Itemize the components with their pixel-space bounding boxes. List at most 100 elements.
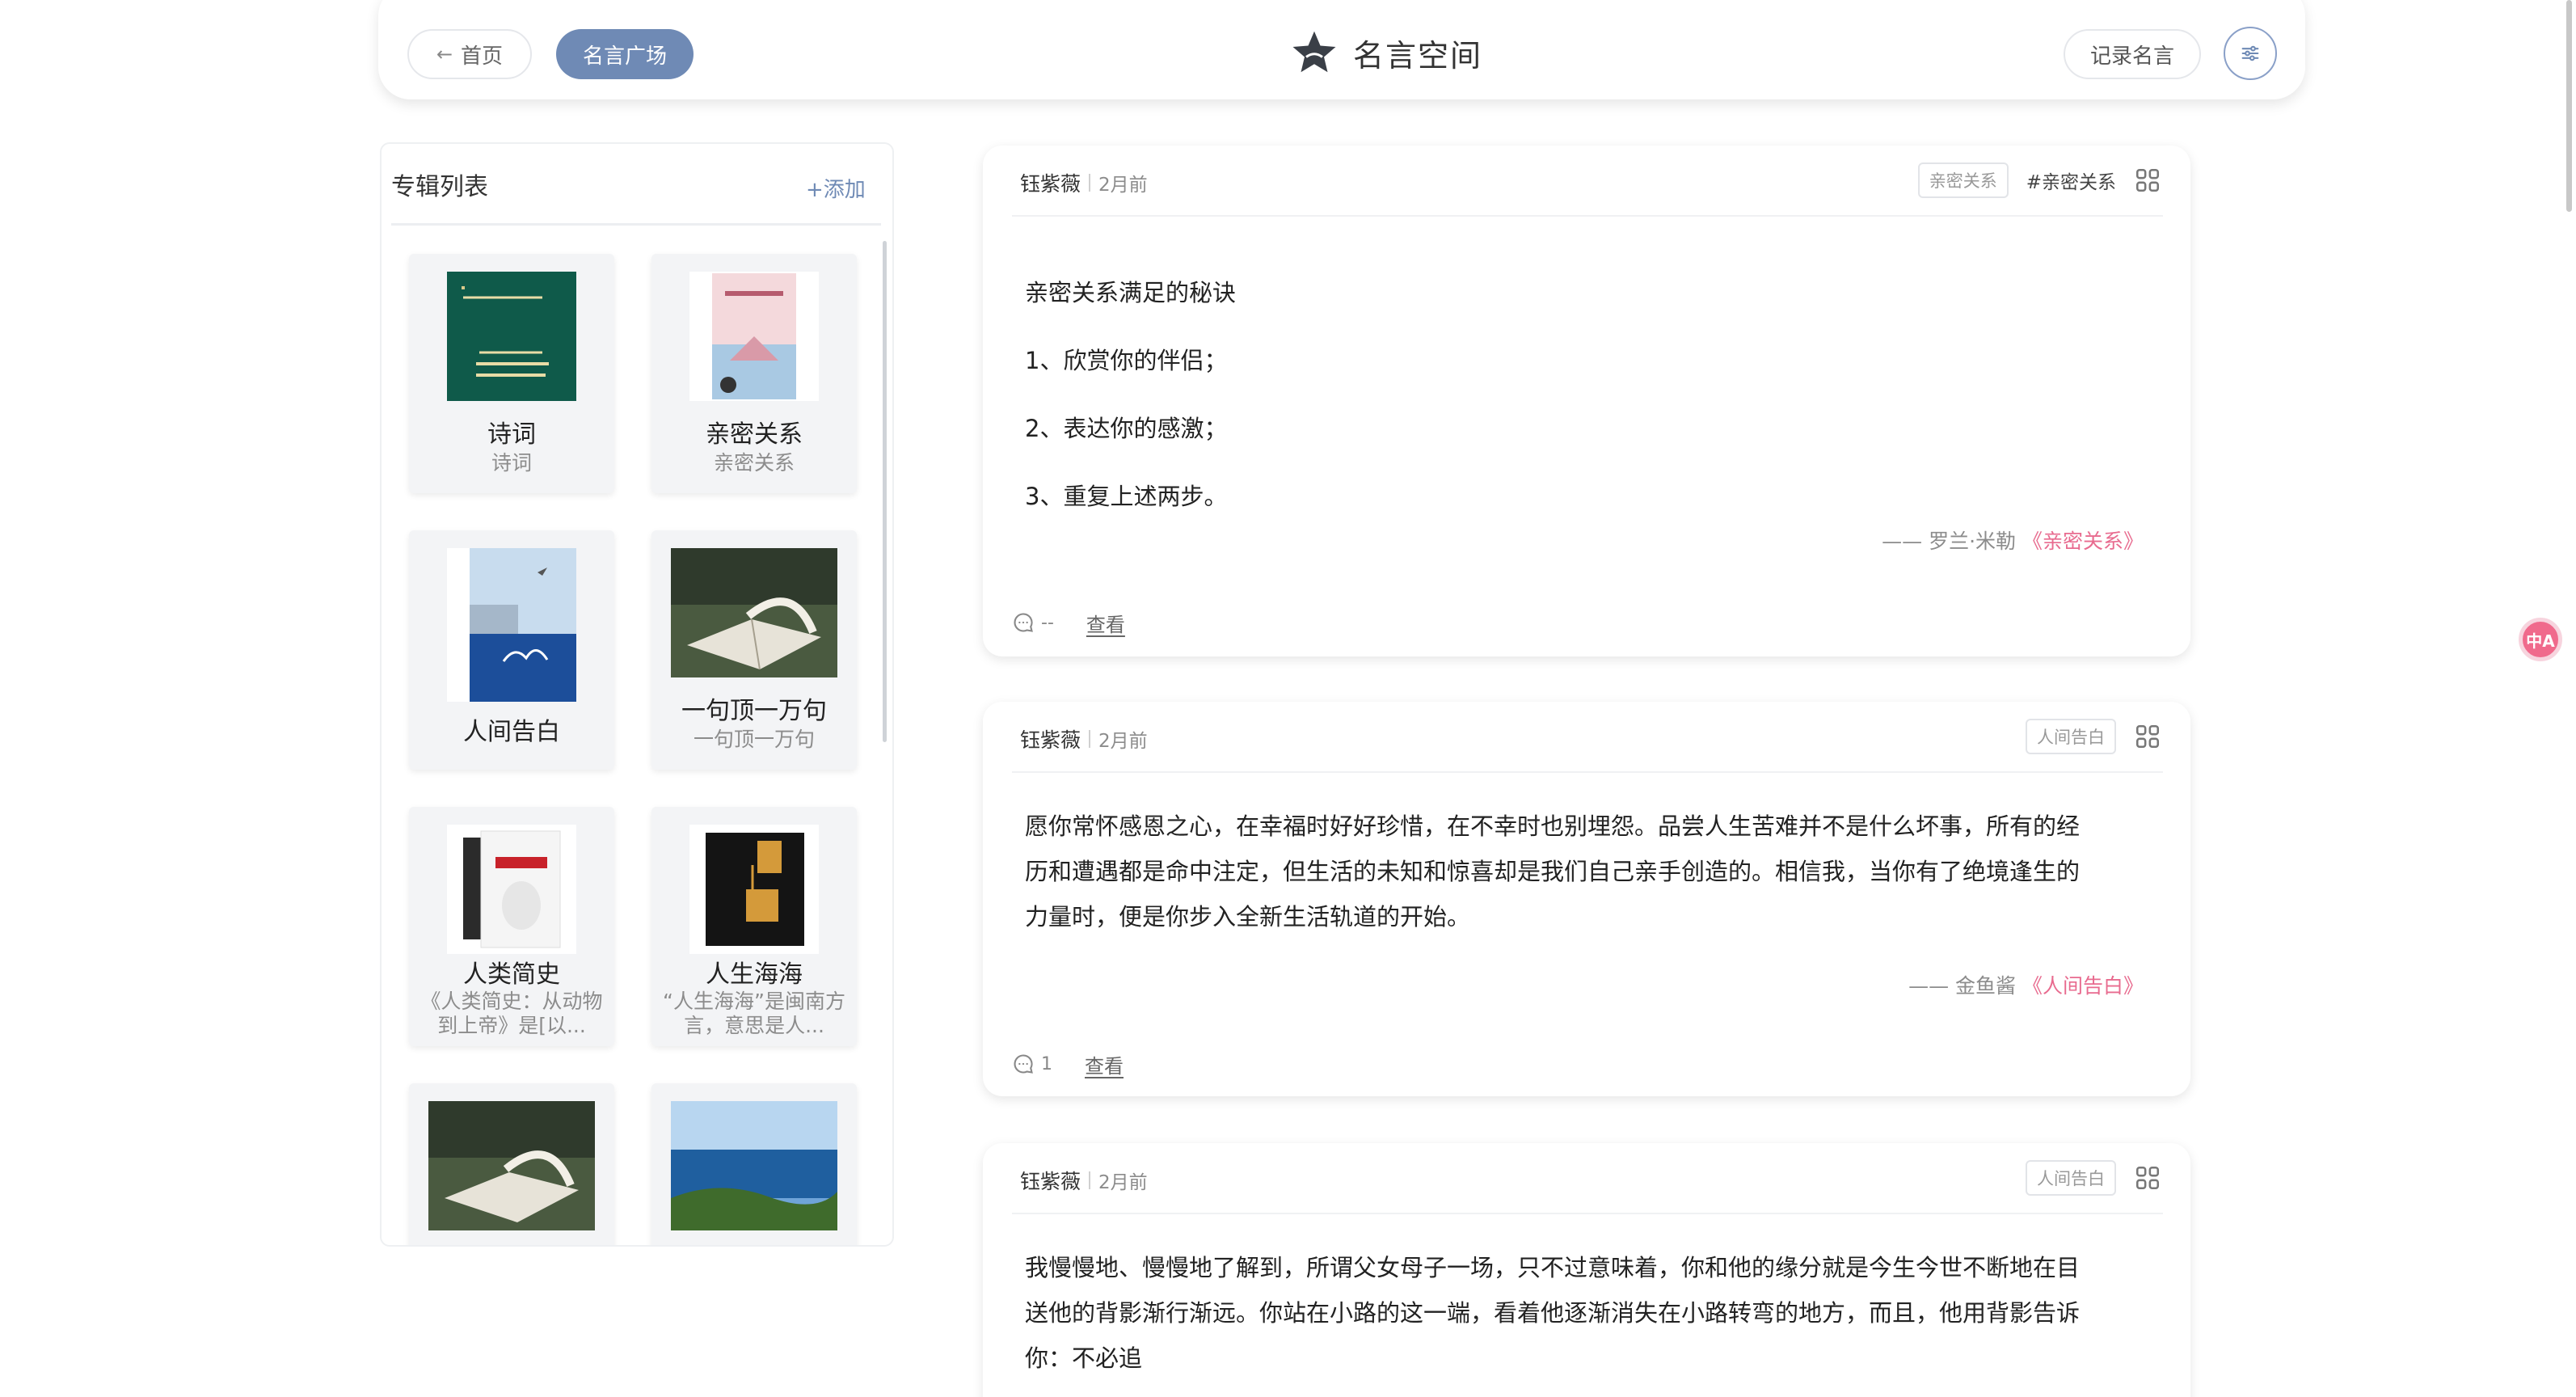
post-time: 2月前 [1098,1172,1148,1193]
quote-line: 愿你常怀感恩之心，在幸福时好好珍惜，在不幸时也别埋怨。品尝人生苦难并不是什么坏事… [1025,812,2081,840]
view-button[interactable]: 查看 [1086,609,1125,637]
album-card-renlei[interactable]: 人类简史 《人类简史：从动物到上帝》是[以... [409,807,614,1046]
post-author[interactable]: 钰紫薇 [1020,724,1081,753]
home-label: 首页 [461,44,504,69]
quote-line: 2、表达你的感激； [1025,415,1228,442]
filter-settings-button[interactable] [2224,27,2277,80]
post-header: 钰紫薇 2月前 [1020,167,1148,199]
app-brand: 名言空间 [1290,24,1482,81]
source-author: —— 罗兰·米勒 [1882,530,2017,553]
album-name: 一句顶一万句 [681,697,827,725]
record-quote-button[interactable]: 记录名言 [2064,29,2201,79]
view-button[interactable]: 查看 [1085,1050,1124,1078]
album-card-8[interactable] [651,1083,857,1245]
album-tag[interactable]: 人间告白 [2026,1160,2116,1196]
post-divider [1012,215,2163,217]
post-tags: 亲密关系 #亲密关系 [1917,162,2161,199]
quote-line: 历和遭遇都是命中注定，但生活的未知和惊喜却是我们自己亲手创造的。相信我，当你有了… [1025,858,2081,885]
quote-text: 我慢慢地、慢慢地了解到，所谓父女母子一场，只不过意味着，你和他的缘分就是今生今世… [1025,1245,2157,1381]
post-tags: 人间告白 [2026,718,2161,755]
quote-square-label: 名言广场 [582,44,667,69]
translate-icon: 中A [2526,631,2555,651]
grid-menu-icon[interactable] [2134,167,2161,194]
post-header: 钰紫薇 2月前 [1020,1164,1148,1197]
quote-line: 亲密关系满足的秘诀 [1025,279,1237,306]
post-divider [1012,1213,2163,1214]
sidebar-divider [391,223,881,226]
album-tag[interactable]: 人间告白 [2026,719,2116,754]
post-author[interactable]: 钰紫薇 [1020,1166,1081,1195]
grid-menu-icon[interactable] [2134,1164,2161,1192]
post-footer: -- 查看 [1012,608,1125,637]
source-author: —— 金鱼酱 [1908,974,2017,998]
album-cover [447,548,576,702]
comment-count: -- [1041,612,1054,633]
comment-icon[interactable] [1012,1053,1035,1075]
album-cover [671,1101,837,1230]
quote-square-tab[interactable]: 名言广场 [556,29,694,79]
quote-source: —— 金鱼酱 《人间告白》 [1908,970,2144,999]
quote-line: 3、重复上述两步。 [1025,483,1228,510]
sliders-icon [2241,45,2259,61]
album-card-renjian[interactable]: 人间告白 [409,530,614,770]
top-header: ← 首页 名言广场 名言空间 记录名言 [378,0,2305,99]
quote-post: 钰紫薇 2月前 人间告白 愿你常怀感恩之心，在幸福时好好珍惜，在不幸时也别埋怨。… [983,702,2190,1096]
separator [1089,1171,1091,1189]
album-name: 人间告白 [463,718,560,746]
post-footer: 1 查看 [1012,1049,1124,1078]
source-book-link[interactable]: 《人间告白》 [2022,974,2144,998]
quote-line: 送他的背影渐行渐远。你站在小路的这一端，看着他逐渐消失在小路转弯的地方，而且，他… [1025,1299,2081,1327]
quote-line: 我慢慢地、慢慢地了解到，所谓父女母子一场，只不过意味着，你和他的缘分就是今生今世… [1025,1254,2081,1281]
page-title: 名言空间 [1353,37,1483,74]
album-card-rensheng[interactable]: 人生海海 “人生海海”是闽南方言，意思是人... [651,807,857,1046]
sidebar-scrollbar[interactable] [883,241,887,742]
post-time: 2月前 [1098,175,1148,196]
album-card-7[interactable] [409,1083,614,1245]
album-card-qinmi[interactable]: 亲密关系 亲密关系 [651,254,857,493]
separator [1089,174,1091,192]
album-name: 亲密关系 [706,420,803,449]
quote-post: 钰紫薇 2月前 亲密关系 #亲密关系 亲密关系满足的秘诀 1、欣赏你的伴侣； 2… [983,146,2190,656]
arrow-left-icon: ← [436,43,453,65]
album-desc: 《人类简史：从动物到上帝》是[以... [420,990,603,1037]
topic-tag[interactable]: #亲密关系 [2026,167,2116,194]
album-sidebar: 专辑列表 +添加 诗词 诗词 亲密关系 亲密关系 人间告白 一句顶一万句 一句顶… [380,142,894,1247]
comment-icon[interactable] [1012,611,1035,634]
album-cover [428,1101,595,1230]
album-cover [447,272,576,401]
album-desc: 诗词 [491,451,532,475]
add-album-button[interactable]: +添加 [806,173,866,203]
home-button[interactable]: ← 首页 [407,29,532,79]
album-desc: “人生海海”是闽南方言，意思是人... [663,990,845,1037]
album-tag[interactable]: 亲密关系 [1917,162,2009,198]
source-book-link[interactable]: 《亲密关系》 [2022,530,2144,553]
separator [1089,730,1091,748]
quote-line: 力量时，便是你步入全新生活轨道的开始。 [1025,903,1471,931]
album-name: 人类简史 [463,960,560,989]
album-cover [689,825,819,954]
album-card-yiju[interactable]: 一句顶一万句 一句顶一万句 [651,530,857,770]
album-name: 人生海海 [706,960,803,989]
post-header: 钰紫薇 2月前 [1020,723,1148,755]
post-author[interactable]: 钰紫薇 [1020,168,1081,197]
album-cover [447,825,576,954]
grid-menu-icon[interactable] [2134,723,2161,750]
album-desc: 亲密关系 [713,451,795,475]
quote-text: 亲密关系满足的秘诀 1、欣赏你的伴侣； 2、表达你的感激； 3、重复上述两步。 [1025,259,2157,530]
album-name: 诗词 [487,420,536,449]
post-divider [1012,771,2163,773]
page-scrollbar[interactable] [2566,0,2572,212]
post-tags: 人间告白 [2026,1159,2161,1197]
album-card-shici[interactable]: 诗词 诗词 [409,254,614,493]
translate-button[interactable]: 中A [2519,618,2562,661]
quote-line: 你：不必追 [1025,1344,1143,1372]
quote-text: 愿你常怀感恩之心，在幸福时好好珍惜，在不幸时也别埋怨。品尝人生苦难并不是什么坏事… [1025,804,2157,939]
quote-line: 1、欣赏你的伴侣； [1025,347,1228,374]
album-list-title: 专辑列表 [391,173,488,201]
album-cover [689,272,819,401]
star-logo-icon [1292,31,1336,73]
album-desc: 一句顶一万句 [693,728,815,751]
quote-post: 钰紫薇 2月前 人间告白 我慢慢地、慢慢地了解到，所谓父女母子一场，只不过意味着… [983,1143,2190,1397]
post-time: 2月前 [1098,731,1148,752]
album-cover [671,548,837,677]
